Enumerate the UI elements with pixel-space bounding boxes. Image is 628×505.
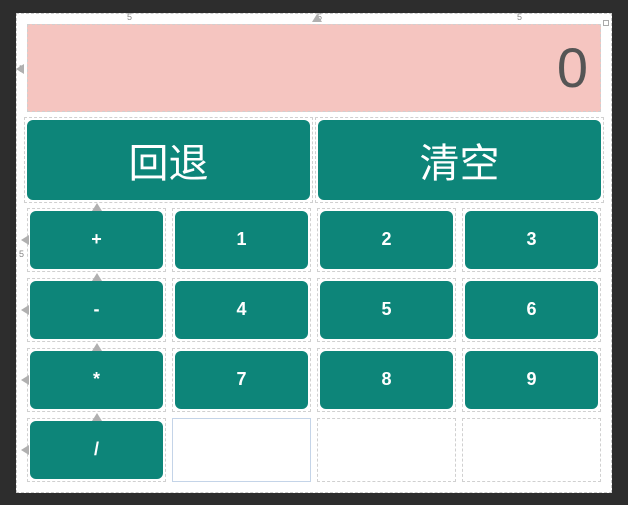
calculator-display: 0 (27, 24, 601, 112)
op-plus-button[interactable]: + (30, 211, 163, 269)
digit-3-button[interactable]: 3 (465, 211, 598, 269)
calculator-canvas: 5 5 5 5 5 0 回退 清空 + 1 (16, 13, 612, 493)
clear-button-label: 清空 (420, 131, 500, 189)
display-value: 0 (557, 35, 588, 100)
keypad: + 1 2 3 - 4 5 6 * (27, 208, 601, 482)
back-button[interactable]: 回退 (27, 120, 310, 200)
digit-1-button[interactable]: 1 (175, 211, 308, 269)
ruler-tick: 5 (127, 12, 132, 22)
op-divide-button[interactable]: / (30, 421, 163, 479)
digit-7-button[interactable]: 7 (175, 351, 308, 409)
empty-cell (462, 418, 601, 482)
ruler-tick: 5 (517, 12, 522, 22)
digit-9-button[interactable]: 9 (465, 351, 598, 409)
ruler-tick: 5 (19, 249, 24, 259)
empty-cell (317, 418, 456, 482)
ruler-left: 5 5 (17, 14, 27, 492)
digit-2-button[interactable]: 2 (320, 211, 453, 269)
empty-cell (172, 418, 311, 482)
op-minus-button[interactable]: - (30, 281, 163, 339)
digit-4-button[interactable]: 4 (175, 281, 308, 339)
op-multiply-button[interactable]: * (30, 351, 163, 409)
action-row: 回退 清空 (27, 120, 601, 200)
clear-button[interactable]: 清空 (318, 120, 601, 200)
digit-5-button[interactable]: 5 (320, 281, 453, 339)
digit-6-button[interactable]: 6 (465, 281, 598, 339)
back-button-label: 回退 (129, 131, 209, 189)
digit-8-button[interactable]: 8 (320, 351, 453, 409)
